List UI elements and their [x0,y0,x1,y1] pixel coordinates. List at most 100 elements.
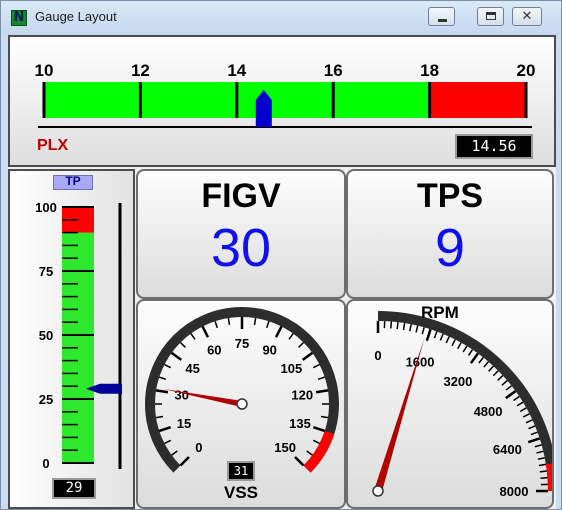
tps-label: TPS [416,177,484,215]
plx-readout: 14.56 [455,134,533,159]
rpm-tick [451,339,456,347]
rpm-tick [539,470,547,473]
rpm-tick [528,425,536,430]
plx-scale-label: 14 [227,61,246,80]
rpm-tick [538,463,547,467]
rpm-tick [469,352,479,364]
rpm-tick [536,450,544,454]
tp-scale-label: 50 [39,328,53,343]
rpm-tick [505,390,517,400]
vss-tick [170,351,183,361]
vss-tick [159,376,167,380]
rpm-tick [505,385,512,391]
rpm-tick [540,476,548,479]
vss-tick [294,456,305,467]
rpm-dial-gauge[interactable]: 0 1600 3200 4800 6400 8000 RPM [346,299,554,509]
vss-tick [312,439,320,445]
vss-tick [274,325,283,338]
vss-tick [298,341,305,348]
close-button[interactable]: ✕ [512,7,542,26]
rpm-tick [525,419,533,424]
rpm-tick [445,336,450,344]
vss-scale-label: 75 [235,336,249,351]
rpm-tick [534,444,542,448]
rpm-tick [425,328,432,342]
vss-scale-label: 105 [280,361,302,376]
rpm-tick [456,342,462,350]
rpm-scale-label: 1600 [406,355,435,370]
vss-label: VSS [223,483,259,502]
tp-scale-label: 100 [35,200,57,215]
tp-bar-gauge[interactable]: TP 100 75 50 25 0 29 [8,169,135,509]
minimize-icon [438,19,447,22]
window-title: Gauge Layout [35,9,117,24]
vss-tick [164,439,172,445]
rpm-tick [501,380,508,386]
plx-scale-label: 20 [517,61,536,80]
tp-scale-label: 0 [42,456,49,471]
vss-readout: 31 [227,461,255,481]
vss-needle-hub [236,398,248,410]
figv-value: 30 [210,218,272,278]
vss-tick [201,325,210,338]
rpm-tick [478,357,484,364]
vss-tick [179,456,190,467]
rpm-dial-graphic: 0 16003200480064008000 [372,311,552,499]
plx-bar-gauge[interactable]: 10 12 14 16 18 20 PLX 14.56 [8,35,556,167]
vss-tick [179,341,186,348]
rpm-tick [488,365,494,372]
rpm-tick [396,322,399,330]
rpm-scale-label: 6400 [493,442,522,457]
tps-digital-gauge[interactable]: TPS 9 [346,169,554,299]
plx-scale-label: 16 [324,61,343,80]
vss-tick [266,321,270,329]
tp-readout: 29 [52,478,96,499]
rpm-redline-arc [545,463,552,492]
vss-tick [315,389,329,394]
plx-scale-label: 18 [420,61,439,80]
plx-danger-zone [429,82,526,118]
vss-scale-label: 15 [177,416,191,431]
tps-value: 9 [434,218,466,278]
rpm-tick [415,325,419,333]
vss-tick [253,317,257,326]
minimize-button[interactable] [428,7,455,26]
vss-tick [312,363,320,369]
vss-tick [155,389,169,394]
vss-tick [158,425,172,433]
gauge-layout-window: N Gauge Layout ✕ 10 12 14 16 18 20 PLX 14.56 … [0,0,562,510]
rpm-tick [497,375,504,381]
rpm-tick [483,361,489,368]
vss-tick [164,363,172,369]
gauge-area: 10 12 14 16 18 20 PLX 14.56 TP 100 75 50 25 0 29 … [8,35,556,509]
title-bar[interactable]: N Gauge Layout ✕ [1,1,561,35]
vss-scale-label: 135 [289,416,311,431]
rpm-tick [513,395,520,402]
vss-tick [306,450,313,456]
vss-tick [317,376,325,380]
vss-scale-label: 0 [195,440,202,455]
rpm-scale-label: 0 [374,348,381,363]
rpm-tick [492,370,499,377]
vss-scale-label: 150 [274,440,296,455]
vss-dial-gauge[interactable]: 0 15 30 45 60 75 90 105 120 135 150 31 VSS [136,299,346,509]
plx-scale-label: 12 [131,61,150,80]
rpm-tick [530,431,538,436]
vss-scale-label: 45 [185,361,199,376]
rpm-scale-label: 8000 [500,484,529,499]
rpm-tick [527,437,541,444]
rpm-tick [439,333,444,341]
maximize-button[interactable] [477,7,504,26]
rpm-tick [402,322,406,331]
rpm-scale-label: 4800 [474,404,503,419]
vss-tick [312,425,326,433]
rpm-tick [522,413,530,418]
rpm-tick [421,327,425,335]
figv-digital-gauge[interactable]: FIGV 30 [136,169,346,299]
rpm-tick [537,457,545,460]
tp-scale-label: 25 [39,392,53,407]
rpm-tick [462,345,468,353]
rpm-tick [433,331,438,339]
tp-bar-graphic: 100 75 50 25 0 [35,200,122,471]
vss-tick [190,333,196,340]
